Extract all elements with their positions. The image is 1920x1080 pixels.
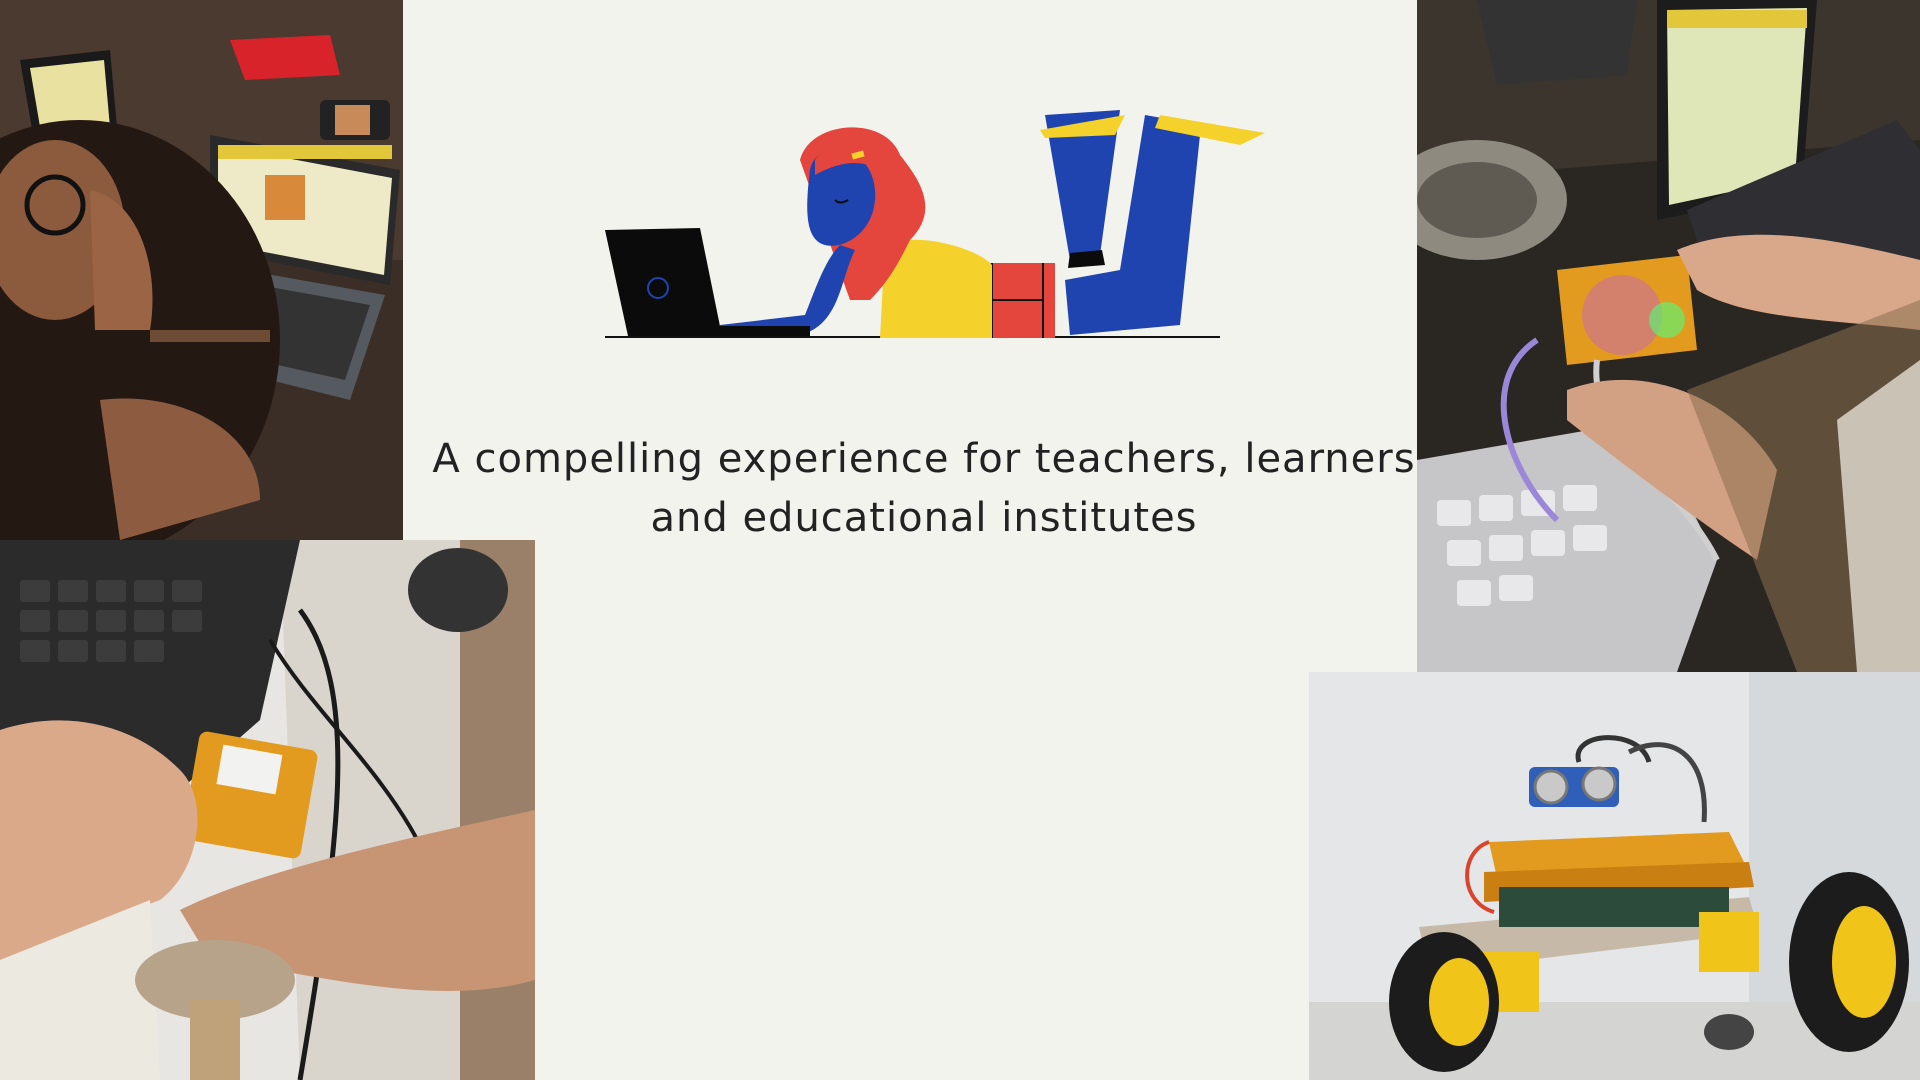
robot-car-photo [1309, 672, 1920, 1080]
tagline-line-1: A compelling experience for teachers, le… [432, 436, 1416, 482]
hands-with-glowing-board-photo [1417, 0, 1920, 672]
hands-on-circuit-board-photo [0, 540, 535, 1080]
tagline-line-2: and educational institutes [650, 495, 1198, 541]
girl-with-laptop-illustration [600, 100, 1270, 350]
tagline: A compelling experience for teachers, le… [430, 430, 1418, 548]
child-using-laptop-photo [0, 0, 403, 540]
